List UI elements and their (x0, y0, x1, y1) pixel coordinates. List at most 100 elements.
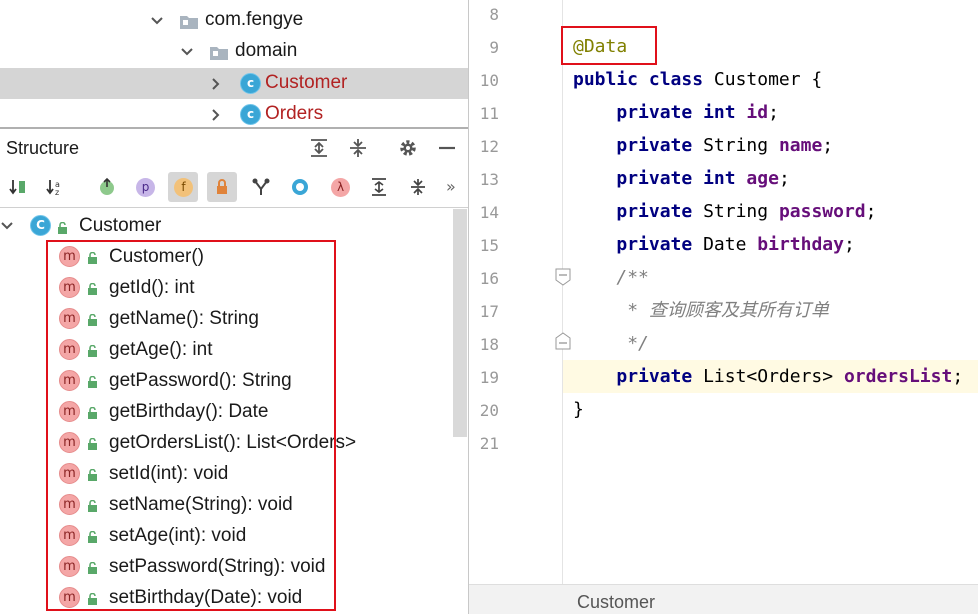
code-token: ; (768, 102, 779, 123)
tree-item-label: Customer (265, 72, 348, 93)
fold-end-icon[interactable] (554, 332, 572, 350)
class-icon: c (240, 73, 261, 94)
tree-item-label: domain (235, 40, 298, 61)
code-token: public (573, 69, 639, 90)
sort-by-visibility-icon[interactable] (3, 172, 33, 202)
highlight-box (46, 240, 336, 611)
code-token: } (573, 399, 584, 420)
line-number: 17 (479, 302, 499, 321)
line-number: 20 (479, 401, 499, 420)
code-token: id (746, 102, 769, 123)
code-line[interactable]: } (573, 393, 584, 426)
structure-root-label: Customer (79, 215, 162, 236)
more-actions-icon[interactable]: » (440, 172, 464, 202)
tree-item-com-fengye[interactable]: com.fengye (0, 5, 468, 36)
code-token: birthday (757, 234, 844, 255)
tree-item-label: Orders (265, 103, 324, 124)
chevron-down-icon[interactable] (150, 11, 164, 25)
code-line[interactable]: private int id; (573, 96, 779, 129)
code-line[interactable]: private Date birthday; (573, 228, 854, 261)
code-line[interactable]: /** (573, 261, 649, 294)
minimize-icon[interactable] (436, 137, 458, 159)
chevron-right-icon[interactable] (209, 105, 223, 121)
code-token: */ (616, 333, 649, 354)
more-label: » (446, 177, 456, 196)
code-token: String (703, 201, 769, 222)
show-inherited-icon[interactable] (92, 172, 122, 202)
code-token: ordersList (843, 366, 953, 387)
gear-icon[interactable] (397, 137, 419, 159)
chevron-down-icon[interactable] (180, 42, 194, 56)
sort-alphabetically-icon[interactable]: az (40, 172, 70, 202)
expand-all-icon[interactable] (364, 172, 394, 202)
code-token: class (648, 69, 704, 90)
tree-item-customer[interactable]: c Customer (0, 68, 468, 99)
show-properties-icon[interactable]: p (130, 172, 160, 202)
collapse-all-icon[interactable] (347, 137, 369, 159)
code-line[interactable]: private String name; (573, 129, 833, 162)
fold-start-icon[interactable] (554, 268, 572, 286)
code-token: ; (822, 135, 834, 156)
code-editor[interactable]: 8 9 10 11 12 13 14 15 16 17 18 19 20 21 Customer @Dat… (469, 0, 978, 614)
expand-all-icon[interactable] (308, 137, 330, 159)
code-token: private (616, 102, 693, 123)
property-icon: p (136, 178, 155, 197)
code-token: private (616, 168, 693, 189)
code-token: age (746, 168, 779, 189)
code-line[interactable]: private List<Orders> ordersList; (573, 360, 963, 393)
tree-item-orders[interactable]: c Orders (0, 99, 468, 130)
line-number: 19 (479, 368, 499, 387)
panel-title: Structure (6, 138, 80, 158)
show-fields-icon[interactable]: f (168, 172, 198, 202)
line-number: 16 (479, 269, 499, 288)
code-token: @Data (573, 36, 628, 57)
code-line[interactable]: * 查询顾客及其所有订单 (573, 294, 829, 327)
code-token: int (703, 102, 736, 123)
tree-item-domain[interactable]: domain (0, 36, 468, 67)
code-token: ; (952, 366, 964, 387)
code-token: ; (865, 201, 877, 222)
show-anonymous-icon[interactable] (285, 172, 315, 202)
package-icon (209, 44, 229, 60)
code-line[interactable]: @Data (573, 30, 627, 63)
class-icon: c (240, 104, 261, 125)
show-lambdas-icon[interactable]: λ (325, 172, 355, 202)
chevron-down-icon[interactable] (0, 218, 14, 232)
breadcrumb-item[interactable]: Customer (577, 592, 655, 613)
class-icon: C (30, 215, 51, 236)
line-number: 11 (479, 104, 499, 123)
show-non-public-icon[interactable] (207, 172, 237, 202)
show-hierarchy-icon[interactable] (246, 172, 276, 202)
code-token: private (616, 201, 693, 222)
structure-root-customer[interactable]: C Customer (0, 209, 455, 240)
scrollbar[interactable] (453, 209, 467, 437)
code-line[interactable]: private String password; (573, 195, 876, 228)
code-line[interactable]: private int age; (573, 162, 789, 195)
code-token: Customer { (703, 69, 823, 90)
structure-header: Structure (0, 127, 468, 164)
code-line[interactable]: public class Customer { (573, 63, 822, 96)
code-line[interactable]: */ (573, 327, 649, 360)
code-token: Date (703, 234, 747, 255)
collapse-all-icon[interactable] (403, 172, 433, 202)
line-number: 10 (479, 71, 499, 90)
code-token: private (616, 234, 693, 255)
line-number: 14 (479, 203, 499, 222)
chevron-right-icon[interactable] (209, 74, 223, 90)
line-number: 9 (489, 38, 499, 57)
line-gutter: 8 9 10 11 12 13 14 15 16 17 18 19 20 21 (469, 0, 563, 584)
